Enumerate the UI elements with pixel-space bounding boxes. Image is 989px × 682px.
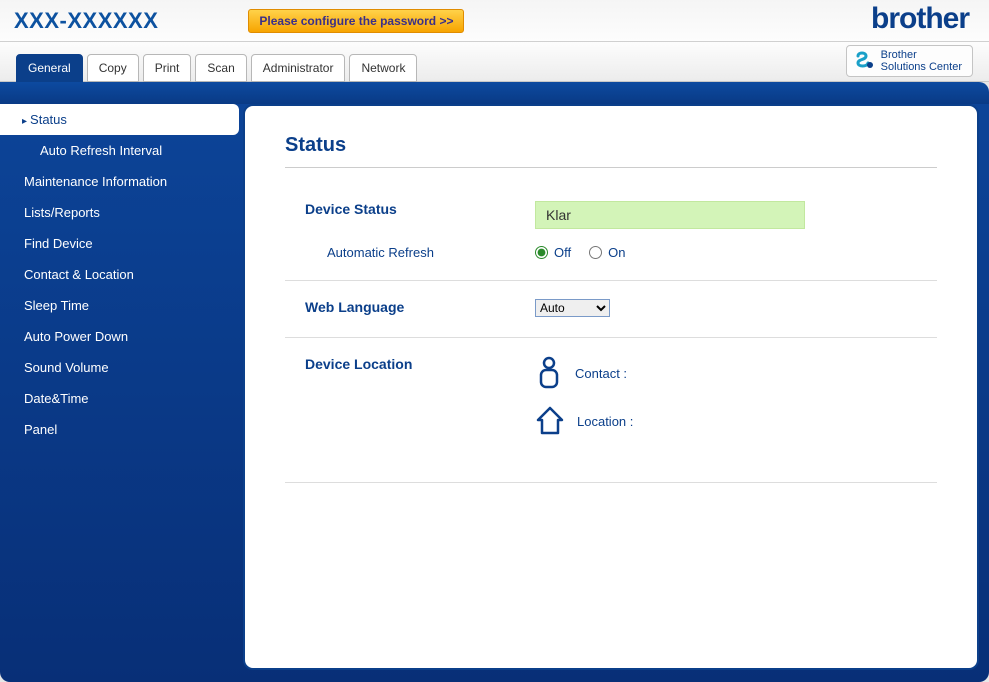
tab-print[interactable]: Print (143, 54, 192, 82)
sidebar-item-maintenance-info[interactable]: Maintenance Information (0, 166, 233, 197)
main-tabbar: General Copy Print Scan Administrator Ne… (0, 42, 989, 82)
solutions-center-line2: Solutions Center (881, 61, 962, 73)
workarea: Status Auto Refresh Interval Maintenance… (0, 104, 989, 682)
device-model: XXX-XXXXXX (14, 8, 158, 34)
tab-copy[interactable]: Copy (87, 54, 139, 82)
main-content: Status Device Status Klar Automatic Refr… (243, 104, 979, 670)
label-automatic-refresh: Automatic Refresh (305, 245, 535, 260)
blue-decorative-strip (0, 82, 989, 104)
tab-administrator[interactable]: Administrator (251, 54, 346, 82)
sidebar-item-auto-power-down[interactable]: Auto Power Down (0, 321, 233, 352)
contact-row: Contact : (535, 356, 937, 390)
location-icon (535, 406, 565, 436)
sidebar-item-find-device[interactable]: Find Device (0, 228, 233, 259)
sidebar-item-sound-volume[interactable]: Sound Volume (0, 352, 233, 383)
web-language-select[interactable]: Auto (535, 299, 610, 317)
label-device-status: Device Status (305, 201, 535, 229)
contact-label: Contact : (575, 366, 627, 381)
location-row: Location : (535, 406, 937, 436)
sidebar-item-status[interactable]: Status (0, 104, 239, 135)
label-device-location: Device Location (305, 356, 535, 372)
sidebar-item-lists-reports[interactable]: Lists/Reports (0, 197, 233, 228)
brother-logo: brother (871, 2, 969, 36)
label-web-language: Web Language (305, 299, 535, 317)
row-device-status: Device Status Klar (285, 193, 937, 237)
device-status-value: Klar (535, 201, 805, 229)
radio-refresh-off[interactable] (535, 246, 548, 259)
solutions-center-icon (853, 50, 875, 72)
sidebar: Status Auto Refresh Interval Maintenance… (0, 104, 233, 682)
radio-refresh-on-label[interactable]: On (589, 245, 625, 260)
page-title: Status (285, 134, 937, 168)
tab-general[interactable]: General (16, 54, 83, 82)
sidebar-item-contact-location[interactable]: Contact & Location (0, 259, 233, 290)
solutions-center-button[interactable]: Brother Solutions Center (846, 45, 973, 77)
row-web-language: Web Language Auto (285, 291, 937, 338)
tab-scan[interactable]: Scan (195, 54, 246, 82)
sidebar-item-panel[interactable]: Panel (0, 414, 233, 445)
sidebar-item-sleep-time[interactable]: Sleep Time (0, 290, 233, 321)
sidebar-item-auto-refresh-interval[interactable]: Auto Refresh Interval (0, 135, 233, 166)
row-automatic-refresh: Automatic Refresh Off On (285, 237, 937, 281)
password-notice-link[interactable]: Please configure the password >> (248, 9, 464, 33)
page-header: XXX-XXXXXX Please configure the password… (0, 0, 989, 42)
radio-refresh-on[interactable] (589, 246, 602, 259)
contact-icon (535, 356, 563, 390)
location-label: Location : (577, 414, 633, 429)
solutions-center-line1: Brother (881, 49, 962, 61)
row-device-location: Device Location Contact : Location : (285, 348, 937, 483)
radio-refresh-off-label[interactable]: Off (535, 245, 571, 260)
sidebar-item-date-time[interactable]: Date&Time (0, 383, 233, 414)
tab-network[interactable]: Network (349, 54, 417, 82)
